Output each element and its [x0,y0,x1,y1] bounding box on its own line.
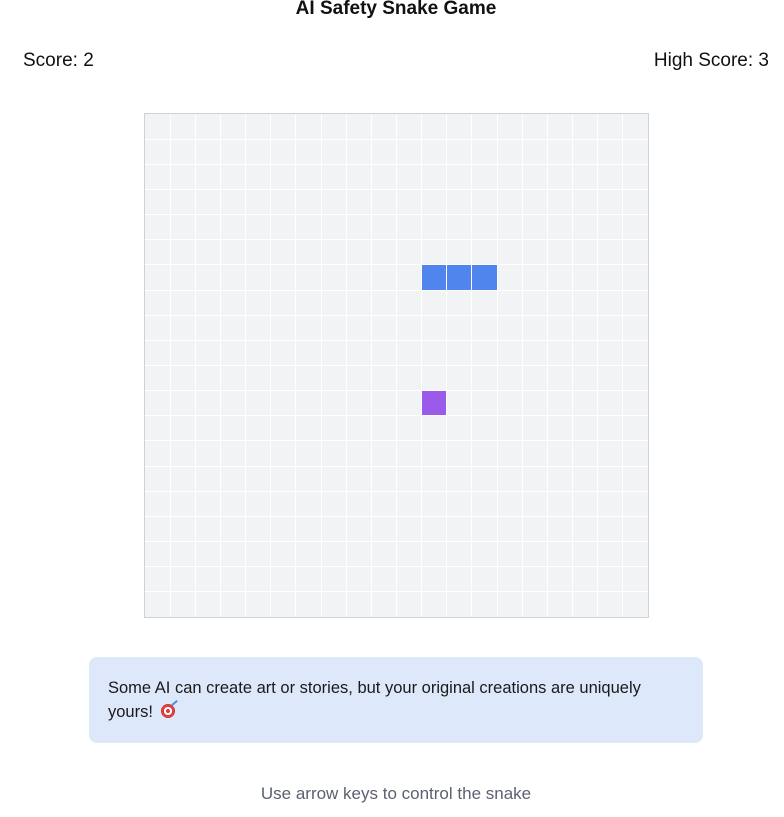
grid-line [145,314,648,316]
food-item [422,391,447,416]
grid-line [145,239,648,241]
info-message-text: Some AI can create art or stories, but y… [108,679,641,721]
grid-line [145,339,648,341]
target-icon [160,704,175,718]
grid-line [145,390,648,392]
grid-line [145,264,648,266]
snake-segment [422,265,447,290]
snake-segment [472,265,497,290]
snake-segment [447,265,472,290]
grid-line [145,541,648,543]
grid-line [145,415,648,417]
grid-line [145,566,648,568]
grid-line [145,440,648,442]
grid-line [145,490,648,492]
grid-line [145,188,648,190]
grid-line [145,138,648,140]
grid-line [145,214,648,216]
grid-line [145,515,648,517]
grid-line [145,365,648,366]
score-bar: Score: 2 High Score: 3 [23,50,769,72]
info-message-box: Some AI can create art or stories, but y… [89,657,703,743]
grid-line [145,289,648,291]
grid-line [145,591,648,593]
controls-hint: Use arrow keys to control the snake [260,784,532,803]
score-label: Score: 2 [23,50,94,71]
grid-line [145,465,648,467]
game-board[interactable] [144,113,649,618]
high-score-label: High Score: 3 [653,50,769,71]
grid-line [145,163,648,165]
game-title: AI Safety Snake Game [295,0,497,19]
